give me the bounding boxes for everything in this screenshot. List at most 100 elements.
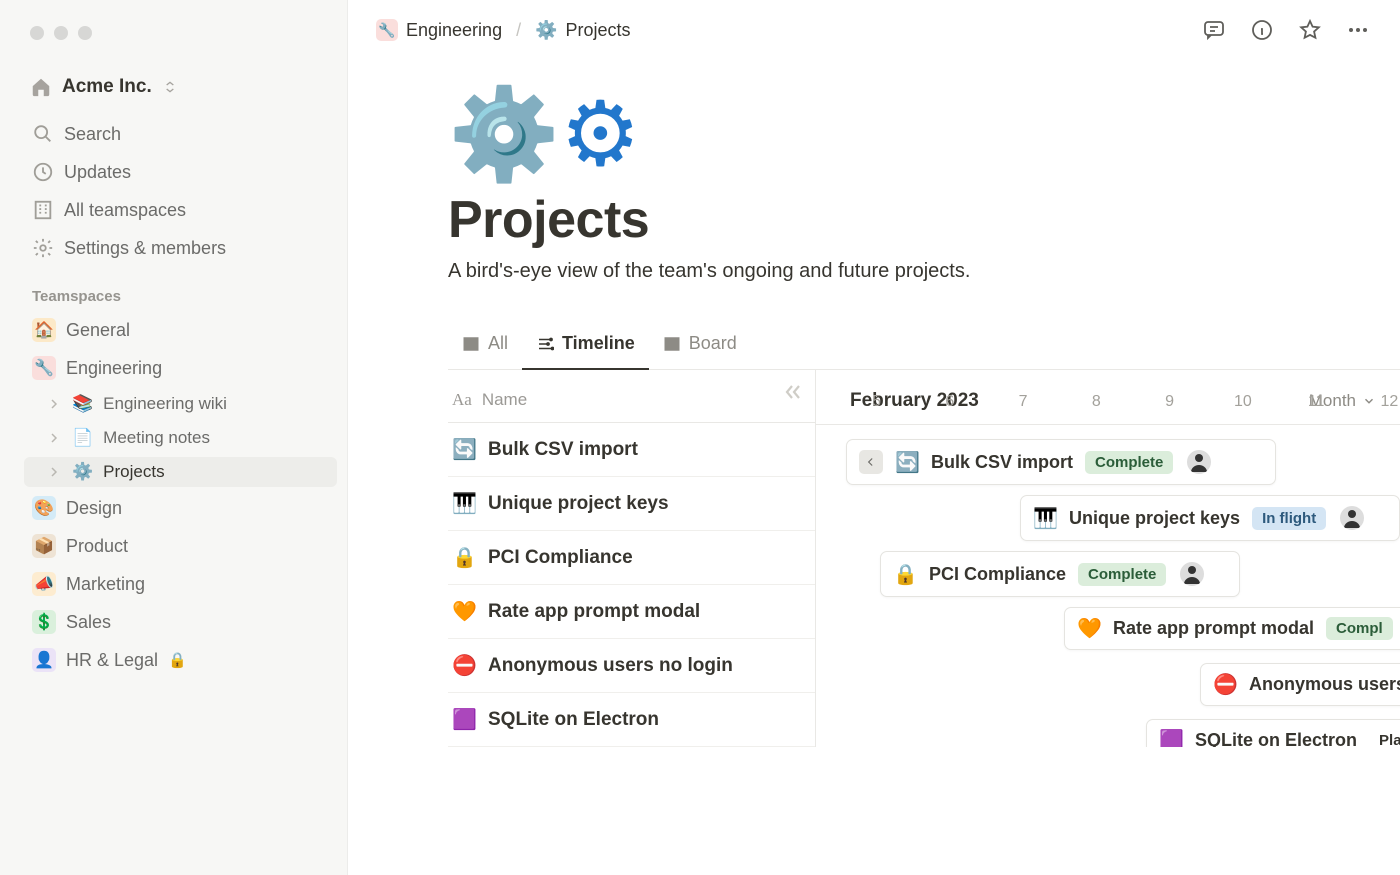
- day-label: 7: [1013, 393, 1034, 411]
- task-row[interactable]: 🔄 Bulk CSV import: [448, 423, 815, 477]
- teamspace-product[interactable]: 📦 Product: [24, 529, 337, 563]
- traffic-light[interactable]: [78, 26, 92, 40]
- crumb-label: Projects: [566, 20, 631, 41]
- tab-board[interactable]: Board: [649, 325, 751, 370]
- task-name: Rate app prompt modal: [488, 601, 700, 623]
- teamspace-label: Design: [66, 498, 122, 519]
- chevron-right-icon: [46, 430, 62, 446]
- task-row[interactable]: ⛔Anonymous users no login: [448, 639, 815, 693]
- sidebar-nav: Search Updates All teamspaces Settings &…: [24, 118, 337, 264]
- status-badge: Compl: [1326, 617, 1393, 640]
- page-description[interactable]: A bird's-eye view of the team's ongoing …: [448, 260, 1400, 283]
- teamspace-label: Engineering: [66, 358, 162, 379]
- gantt-bar[interactable]: 🟪SQLite on ElectronPla: [1146, 719, 1400, 747]
- gantt-bar[interactable]: 🔄Bulk CSV importComplete: [846, 439, 1276, 485]
- page-icon[interactable]: ⚙️⚙: [448, 90, 1400, 180]
- status-badge: In flight: [1252, 507, 1326, 530]
- unfold-icon: [162, 79, 178, 95]
- gantt-body[interactable]: 🔄Bulk CSV importComplete🎹Unique project …: [816, 425, 1400, 449]
- task-row[interactable]: 🎹Unique project keys: [448, 477, 815, 531]
- nav-label: All teamspaces: [64, 200, 186, 221]
- gantt-bar[interactable]: ⛔ Anonymous users no login: [1200, 663, 1400, 706]
- task-emoji-icon: ⛔: [452, 653, 476, 678]
- gear-icon: [32, 237, 54, 259]
- status-badge: Complete: [1085, 451, 1173, 474]
- page-projects[interactable]: ⚙️ Projects: [24, 457, 337, 487]
- clock-icon: [32, 161, 54, 183]
- gantt-bar[interactable]: 🧡Rate app prompt modalCompl: [1064, 607, 1400, 650]
- traffic-light[interactable]: [30, 26, 44, 40]
- wrench-icon: 🔧: [32, 356, 56, 380]
- gears-icon: ⚙️: [72, 462, 93, 482]
- avatar: [1178, 560, 1206, 588]
- text-format-icon: Aa: [452, 390, 472, 410]
- timeline-gantt: February 2023 Month 56789101112 🔄Bulk CS…: [816, 370, 1400, 747]
- day-label: 12: [1379, 393, 1400, 411]
- star-icon[interactable]: [1298, 18, 1322, 42]
- day-label: 11: [1306, 393, 1327, 411]
- home-icon: [30, 76, 52, 98]
- teamspace-marketing[interactable]: 📣 Marketing: [24, 567, 337, 601]
- dollar-icon: 💲: [32, 610, 56, 634]
- teamspace-hr-legal[interactable]: 👤 HR & Legal 🔒: [24, 643, 337, 677]
- traffic-light[interactable]: [54, 26, 68, 40]
- day-label: 9: [1159, 393, 1180, 411]
- tab-all[interactable]: All: [448, 325, 522, 370]
- task-name: PCI Compliance: [488, 547, 633, 569]
- wrench-icon: 🔧: [376, 19, 398, 41]
- day-label: 6: [939, 393, 960, 411]
- settings-nav[interactable]: Settings & members: [24, 232, 337, 264]
- teamspace-general[interactable]: 🏠 General: [24, 313, 337, 347]
- person-icon: 👤: [32, 648, 56, 672]
- gantt-task-name: PCI Compliance: [929, 564, 1066, 585]
- breadcrumb: 🔧 Engineering / ⚙️ Projects: [372, 16, 635, 44]
- day-label: 8: [1086, 393, 1107, 411]
- column-header-name[interactable]: Aa Name: [448, 370, 815, 423]
- task-emoji-icon: 🧡: [1077, 616, 1101, 641]
- tab-timeline[interactable]: Timeline: [522, 325, 649, 370]
- teamspace-label: Sales: [66, 612, 111, 633]
- task-emoji-icon: 🔄: [452, 437, 476, 462]
- task-row[interactable]: 🔒PCI Compliance: [448, 531, 815, 585]
- teamspace-sales[interactable]: 💲 Sales: [24, 605, 337, 639]
- day-label: 10: [1232, 393, 1253, 411]
- more-icon[interactable]: [1346, 18, 1370, 42]
- chevron-down-icon: [1362, 394, 1376, 408]
- day-label: 5: [866, 393, 887, 411]
- back-arrow-icon[interactable]: [859, 450, 883, 474]
- topbar-actions: [1202, 18, 1370, 42]
- gantt-bar[interactable]: 🔒PCI ComplianceComplete: [880, 551, 1240, 597]
- task-row[interactable]: 🟪 SQLite on Electron: [448, 693, 815, 747]
- nav-label: Updates: [64, 162, 131, 183]
- timeline-icon: [536, 335, 554, 353]
- task-row[interactable]: 🧡Rate app prompt modal: [448, 585, 815, 639]
- gantt-task-name: Unique project keys: [1069, 508, 1240, 529]
- task-emoji-icon: ⛔: [1213, 672, 1237, 697]
- comments-icon[interactable]: [1202, 18, 1226, 42]
- sidebar: Acme Inc. Search Updates All teamspaces …: [0, 0, 348, 875]
- all-teamspaces-nav[interactable]: All teamspaces: [24, 194, 337, 226]
- workspace-switcher[interactable]: Acme Inc.: [24, 70, 337, 104]
- main-content: 🔧 Engineering / ⚙️ Projects ⚙️⚙ Projects…: [348, 0, 1400, 875]
- page-meeting-notes[interactable]: 📄 Meeting notes: [24, 423, 337, 453]
- avatar: [1185, 448, 1213, 476]
- status-badge: Complete: [1078, 563, 1166, 586]
- page-title[interactable]: Projects: [448, 190, 1400, 250]
- info-icon[interactable]: [1250, 18, 1274, 42]
- task-emoji-icon: 🟪: [452, 707, 476, 732]
- task-name: Bulk CSV import: [488, 439, 638, 461]
- avatar: [1338, 504, 1366, 532]
- lock-icon: 🔒: [168, 651, 187, 669]
- task-name: SQLite on Electron: [488, 709, 659, 731]
- page-engineering-wiki[interactable]: 📚 Engineering wiki: [24, 389, 337, 419]
- gantt-bar[interactable]: 🎹Unique project keysIn flight: [1020, 495, 1400, 541]
- breadcrumb-parent[interactable]: 🔧 Engineering: [372, 16, 506, 44]
- search-nav[interactable]: Search: [24, 118, 337, 150]
- breadcrumb-current[interactable]: ⚙️ Projects: [531, 17, 634, 44]
- teamspace-engineering[interactable]: 🔧 Engineering: [24, 351, 337, 385]
- gantt-task-name: Anonymous users no login: [1249, 674, 1400, 695]
- page-label: Meeting notes: [103, 428, 210, 448]
- updates-nav[interactable]: Updates: [24, 156, 337, 188]
- teamspace-design[interactable]: 🎨 Design: [24, 491, 337, 525]
- collapse-icon[interactable]: [781, 380, 805, 404]
